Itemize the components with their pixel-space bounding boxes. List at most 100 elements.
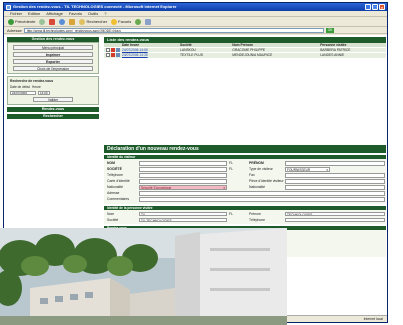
select-checkbox[interactable] — [106, 53, 110, 58]
telephone-label: Téléphone — [107, 173, 124, 178]
row-actions — [106, 53, 120, 58]
societe-input[interactable] — [139, 167, 227, 172]
visited-tel-input[interactable] — [285, 217, 385, 222]
search-hour-label: Heure — [32, 85, 41, 89]
main-menu-button[interactable]: Menu principal — [13, 45, 93, 50]
back-button[interactable]: Précédente — [8, 18, 36, 25]
row-date-link[interactable]: 24/07/2006 14:30 — [120, 52, 179, 58]
visited-flag: FL — [229, 211, 233, 216]
row-visited: LANDES ANNIE — [318, 52, 386, 58]
prenom-input[interactable] — [285, 161, 385, 166]
go-button[interactable]: OK — [325, 27, 335, 33]
stop-button[interactable] — [49, 18, 56, 25]
search-panel: Recherche de rendez-vous Date de début H… — [7, 76, 99, 105]
refresh-icon — [59, 18, 66, 25]
window-titlebar: Gestion des rendez-vous - TIL TECHNOLOGI… — [4, 3, 387, 11]
search-date-input[interactable]: 24/07/2006 — [10, 91, 36, 95]
address-bar: Adresse http://www.til-technologies.com/… — [4, 27, 387, 34]
search-label: Rechercher — [86, 19, 108, 24]
edit-icon[interactable] — [116, 53, 120, 58]
menu-item-tools[interactable]: Outils — [88, 11, 98, 16]
menu-item-file[interactable]: Fichier — [10, 11, 22, 16]
carte-label: Carte d'identité — [107, 179, 130, 184]
visited-societe-input[interactable]: TIL TECHNOLOGIES — [139, 217, 227, 222]
visited-tel-label: Téléphone — [249, 217, 266, 222]
close-button[interactable]: × — [379, 4, 385, 10]
home-button[interactable] — [69, 18, 76, 25]
visitor-fields: NOM FL PRÉNOM SOCIÉTÉ FL Type de visiteu… — [104, 159, 386, 204]
stop-icon — [49, 18, 56, 25]
visited-nom-input[interactable]: TIL — [139, 211, 227, 216]
type-visiteur-select[interactable]: FOURNISSEUR — [285, 167, 330, 172]
search-panel-title: Recherche de rendez-vous — [10, 79, 54, 83]
building-photo — [0, 228, 287, 325]
visited-fields: Nom TIL FL Prénom TECHNOLOGIES Société T… — [104, 209, 386, 224]
delete-icon[interactable] — [111, 53, 115, 58]
search-date-label: Date de début — [10, 85, 31, 89]
search-hour-input[interactable]: 14:00 — [38, 91, 50, 95]
mail-button[interactable] — [145, 18, 152, 25]
table-row[interactable]: 24/07/2006 14:30 TEXTILE PLUS MENDEJOUNI… — [104, 52, 386, 58]
visited-prenom-label: Prénom — [249, 211, 261, 216]
nationalite2-label: Nationalité — [249, 185, 266, 190]
search-validate-button[interactable]: Valider — [33, 97, 73, 102]
table-row[interactable]: 24/07/2006 14:00 LANSKOU GRACOME PHILIPP… — [104, 47, 386, 53]
visited-societe-label: Société — [107, 217, 119, 222]
sidebar-search-header[interactable]: Rechercher — [7, 114, 99, 119]
piece-label: Pièce d'identité visiteur — [249, 179, 284, 184]
sidebar-menu: Menu principal Imprimer Exporter Choix d… — [7, 42, 99, 74]
forward-button[interactable] — [39, 18, 46, 25]
visited-prenom-input[interactable]: TECHNOLOGIES — [285, 211, 385, 216]
print-button[interactable]: Imprimer — [13, 52, 93, 57]
delete-icon[interactable] — [111, 48, 115, 52]
media-button[interactable] — [135, 18, 142, 25]
building-photo-image — [0, 228, 287, 325]
refresh-button[interactable] — [59, 18, 66, 25]
prenom-label: PRÉNOM — [249, 161, 264, 166]
row-name: MENDEJOUNIA MAURICE — [230, 52, 319, 58]
row-actions — [106, 48, 120, 52]
maximize-button[interactable]: □ — [372, 4, 378, 10]
back-arrow-icon — [8, 18, 14, 25]
form-title: Déclaration d'un nouveau rendez-vous — [104, 145, 386, 153]
back-label: Précédente — [15, 19, 36, 24]
forward-arrow-icon — [39, 18, 46, 25]
address-input[interactable]: http://www.til-technologies.com/_rendezv… — [23, 27, 324, 33]
row-company: TEXTILE PLUS — [178, 52, 231, 58]
appointments-table: Date heure Société Nom Prénom Personne v… — [104, 43, 386, 58]
menu-item-view[interactable]: Affichage — [46, 11, 63, 16]
star-icon — [111, 18, 118, 25]
edit-icon[interactable] — [116, 48, 120, 52]
fax-label: Fax — [249, 173, 255, 178]
menu-item-help[interactable]: ? — [104, 11, 106, 16]
ie-icon — [6, 4, 11, 10]
visited-nom-label: Nom — [107, 211, 115, 216]
menu-item-edit[interactable]: Edition — [28, 11, 40, 16]
search-date-row: Date de début Heure — [10, 85, 41, 89]
minimize-button[interactable]: _ — [365, 4, 371, 10]
print-choice-button[interactable]: Choix de l'impression — [13, 66, 93, 71]
type-visiteur-label: Type de visiteur — [249, 167, 273, 172]
search-button[interactable]: Rechercher — [79, 18, 108, 25]
nom-input[interactable] — [139, 161, 227, 166]
fax-input[interactable] — [285, 173, 385, 178]
nationalite-select[interactable]: Sécurité Economique — [139, 185, 227, 190]
favorites-button[interactable]: Favoris — [111, 18, 131, 25]
home-icon — [69, 18, 76, 25]
export-button[interactable]: Exporter — [13, 59, 93, 64]
window-controls: _ □ × — [365, 4, 385, 10]
adresse-input[interactable] — [139, 191, 385, 196]
search-inputs-row: 24/07/2006 14:00 — [10, 91, 50, 95]
browser-toolbar: Précédente Rechercher Favoris — [4, 17, 387, 27]
menu-item-favorites[interactable]: Favoris — [69, 11, 82, 16]
search-icon — [79, 18, 86, 25]
piece-input[interactable] — [285, 179, 385, 184]
telephone-input[interactable] — [139, 173, 227, 178]
carte-input[interactable] — [139, 179, 227, 184]
select-checkbox[interactable] — [106, 48, 110, 52]
nationalite2-input[interactable] — [285, 185, 385, 190]
sidebar-appointments-header[interactable]: Rendez-vous — [7, 107, 99, 112]
commentaires-input[interactable] — [139, 197, 385, 202]
address-label: Adresse — [7, 27, 22, 33]
media-icon — [135, 18, 142, 25]
